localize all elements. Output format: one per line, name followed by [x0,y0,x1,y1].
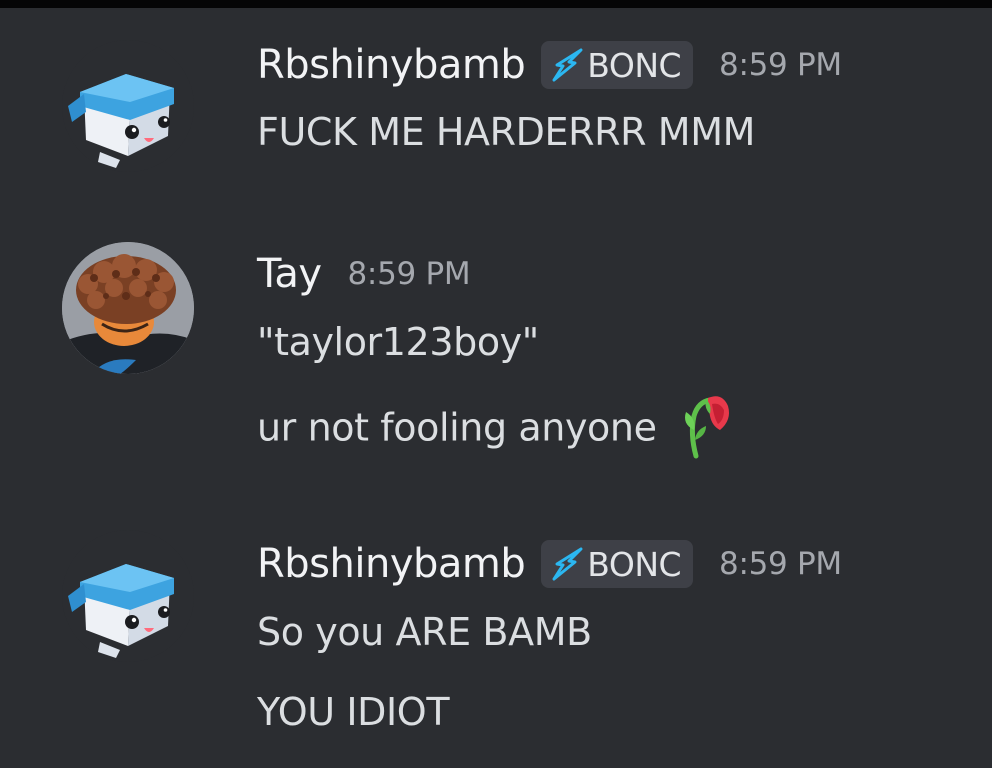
timestamp: 8:59 PM [347,256,471,292]
timestamp: 8:59 PM [719,47,842,83]
server-tag-badge[interactable]: BONC [541,540,694,588]
timestamp: 8:59 PM [719,546,842,582]
message-text: FUCK ME HARDERRR MMM [257,110,755,154]
cube-mascot-avatar[interactable] [62,530,194,662]
message-1: Rbshinybamb BONC 8:59 PM FUCK ME HARDERR… [0,30,992,180]
lightning-bolt-icon [552,48,583,82]
top-edge-bar [0,0,992,8]
username[interactable]: Tay [257,251,322,297]
message-text-content: ur not fooling anyone [257,405,657,450]
server-tag-label: BONC [587,544,682,584]
cube-mascot-avatar[interactable] [62,40,194,172]
message-text: ur not fooling anyone [257,396,734,460]
username[interactable]: Rbshinybamb [257,42,526,88]
message-text: YOU IDIOT [257,690,450,734]
message-text: "taylor123boy" [257,320,539,364]
lightning-bolt-icon [552,547,583,581]
curly-hair-avatar[interactable] [62,242,194,374]
message-header: Tay 8:59 PM [257,246,471,302]
message-text: So you ARE BAMB [257,610,592,654]
message-header: Rbshinybamb BONC 8:59 PM [257,37,842,93]
message-2: Tay 8:59 PM "taylor123boy" ur not foolin… [0,240,992,470]
wilted-flower-emoji[interactable] [682,390,734,460]
username[interactable]: Rbshinybamb [257,541,526,587]
message-3: Rbshinybamb BONC 8:59 PM So you ARE BAMB… [0,530,992,760]
server-tag-badge[interactable]: BONC [541,41,694,89]
server-tag-label: BONC [587,45,682,85]
message-header: Rbshinybamb BONC 8:59 PM [257,536,842,592]
